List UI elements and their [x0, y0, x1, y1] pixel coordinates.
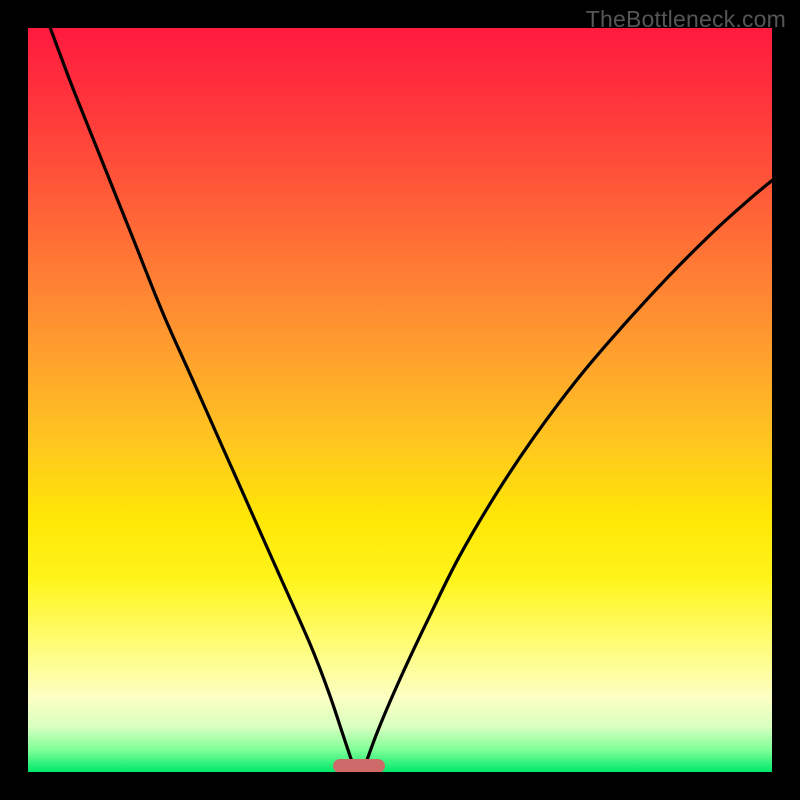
curves-svg	[28, 28, 772, 772]
left-curve	[50, 28, 355, 772]
chart-frame: TheBottleneck.com	[0, 0, 800, 800]
watermark-text: TheBottleneck.com	[586, 6, 786, 33]
right-curve	[363, 181, 772, 773]
bottleneck-marker	[333, 759, 385, 772]
plot-area	[28, 28, 772, 772]
